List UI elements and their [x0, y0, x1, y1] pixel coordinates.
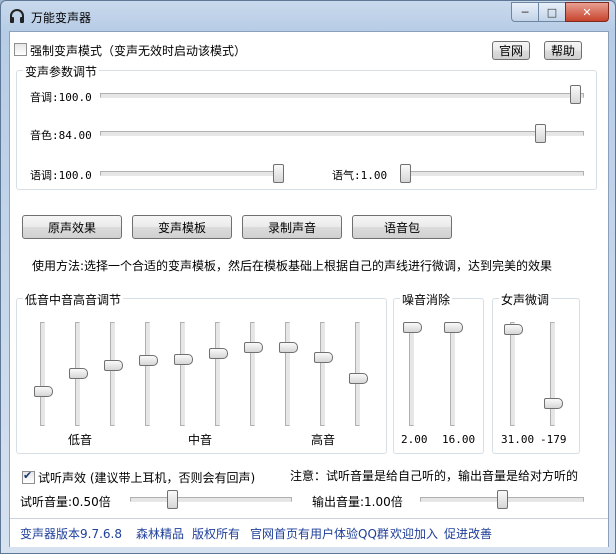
eq-slider-track-3[interactable] [110, 322, 115, 426]
monitor-volume-thumb[interactable] [167, 490, 178, 509]
footer-version: 变声器版本9.7.6.8 [20, 527, 122, 541]
noise-value-right: 16.00 [442, 433, 476, 446]
eq-high-label: 高音 [311, 433, 336, 447]
output-volume-label: 输出音量:1.00倍 [312, 495, 403, 509]
eq-slider-track-5[interactable] [180, 322, 185, 426]
noise-title: 噪音消除 [400, 291, 453, 308]
tone-slider-thumb[interactable] [400, 164, 411, 183]
footer-improve[interactable]: 促进改善 [444, 525, 492, 542]
force-mode-checkbox[interactable] [14, 43, 27, 56]
eq-slider-track-7[interactable] [250, 322, 255, 426]
timbre-slider-thumb[interactable] [535, 124, 546, 143]
pitch-label: 音调:100.0 [30, 91, 92, 104]
noise-slider-thumb-2[interactable] [444, 322, 463, 333]
eq-slider-thumb-10[interactable] [349, 372, 368, 384]
title-bar[interactable]: 万能变声器 ─ □ ✕ [1, 1, 615, 31]
app-window: 万能变声器 ─ □ ✕ 强制变声模式（变声无效时启动该模式） 官网 帮助 变声参… [0, 0, 616, 554]
output-volume-thumb[interactable] [497, 490, 508, 509]
monitor-note: 注意：试听音量是给自己听的，输出音量是给对方听的 [290, 469, 579, 483]
voice-params-title: 变声参数调节 [23, 63, 100, 80]
female-tune-group: 女声微调 [492, 291, 580, 454]
eq-mid-label: 中音 [188, 433, 213, 447]
eq-slider-thumb-6[interactable] [209, 347, 228, 359]
noise-slider-track-2[interactable] [450, 322, 455, 426]
voice-template-button[interactable]: 变声模板 [132, 215, 232, 239]
eq-slider-thumb-8[interactable] [279, 342, 298, 354]
female-slider-track-2[interactable] [550, 322, 555, 426]
noise-slider-thumb-1[interactable] [403, 322, 422, 333]
tone-label: 语气:1.00 [332, 169, 388, 182]
eq-slider-thumb-3[interactable] [104, 359, 123, 371]
force-mode-label: 强制变声模式（变声无效时启动该模式） [30, 44, 247, 58]
close-button[interactable]: ✕ [565, 2, 609, 22]
help-button[interactable]: 帮助 [544, 41, 582, 60]
window-title: 万能变声器 [31, 11, 92, 25]
eq-slider-track-4[interactable] [145, 322, 150, 426]
client-area: 强制变声模式（变声无效时启动该模式） 官网 帮助 变声参数调节 音调:100.0… [9, 31, 609, 547]
eq-slider-thumb-7[interactable] [244, 342, 263, 354]
eq-slider-track-8[interactable] [285, 322, 290, 426]
footer-brand[interactable]: 森林精品 [136, 525, 184, 542]
speed-label: 语调:100.0 [30, 169, 92, 182]
eq-slider-thumb-1[interactable] [34, 386, 53, 398]
footer-rights: 版权所有 [192, 527, 241, 541]
timbre-slider-track[interactable] [100, 131, 584, 136]
eq-slider-track-9[interactable] [320, 322, 325, 426]
eq-slider-thumb-9[interactable] [314, 352, 333, 364]
female-slider-thumb-2[interactable] [544, 398, 563, 410]
tone-slider-track[interactable] [400, 171, 584, 176]
monitor-volume-label: 试听音量:0.50倍 [20, 495, 111, 509]
eq-low-label: 低音 [68, 433, 93, 447]
female-tune-title: 女声微调 [499, 291, 552, 308]
female-slider-thumb-1[interactable] [504, 323, 523, 335]
speed-slider-track[interactable] [100, 171, 282, 176]
headphones-icon [10, 9, 24, 23]
female-value-right: -179 [540, 433, 567, 446]
minimize-button[interactable]: ─ [511, 2, 539, 22]
noise-value-left: 2.00 [401, 433, 428, 446]
record-voice-button[interactable]: 录制声音 [242, 215, 342, 239]
monitor-volume-track[interactable] [130, 497, 292, 502]
original-effect-button[interactable]: 原声效果 [22, 215, 122, 239]
eq-title: 低音中音高音调节 [23, 291, 124, 308]
eq-slider-track-6[interactable] [215, 322, 220, 426]
eq-slider-thumb-5[interactable] [174, 354, 193, 366]
eq-slider-thumb-4[interactable] [139, 355, 158, 367]
usage-instructions: 使用方法:选择一个合适的变声模板，然后在模板基础上根据自己的声线进行微调，达到完… [32, 259, 553, 273]
monitor-label: 试听声效 (建议带上耳机，否则会有回声) [38, 471, 256, 485]
maximize-button[interactable]: □ [538, 2, 566, 22]
pitch-slider-track[interactable] [100, 93, 584, 98]
monitor-checkbox[interactable] [22, 469, 35, 484]
pitch-slider-thumb[interactable] [570, 85, 581, 104]
female-slider-track-1[interactable] [510, 322, 515, 426]
footer-join[interactable]: 欢迎加入 [390, 525, 438, 542]
noise-slider-track-1[interactable] [409, 322, 414, 426]
footer-qq-group[interactable]: 官网首页有用户体验QQ群 [250, 525, 389, 542]
female-value-left: 31.00 [501, 433, 535, 446]
voice-pack-button[interactable]: 语音包 [352, 215, 452, 239]
eq-slider-thumb-2[interactable] [69, 368, 88, 379]
timbre-label: 音色:84.00 [30, 129, 92, 142]
footer-bar: 变声器版本9.7.6.8 森林精品 版权所有 官网首页有用户体验QQ群 欢迎加入… [10, 518, 608, 547]
official-site-button[interactable]: 官网 [492, 41, 530, 60]
speed-slider-thumb[interactable] [273, 164, 284, 183]
eq-slider-track-1[interactable] [40, 322, 45, 426]
